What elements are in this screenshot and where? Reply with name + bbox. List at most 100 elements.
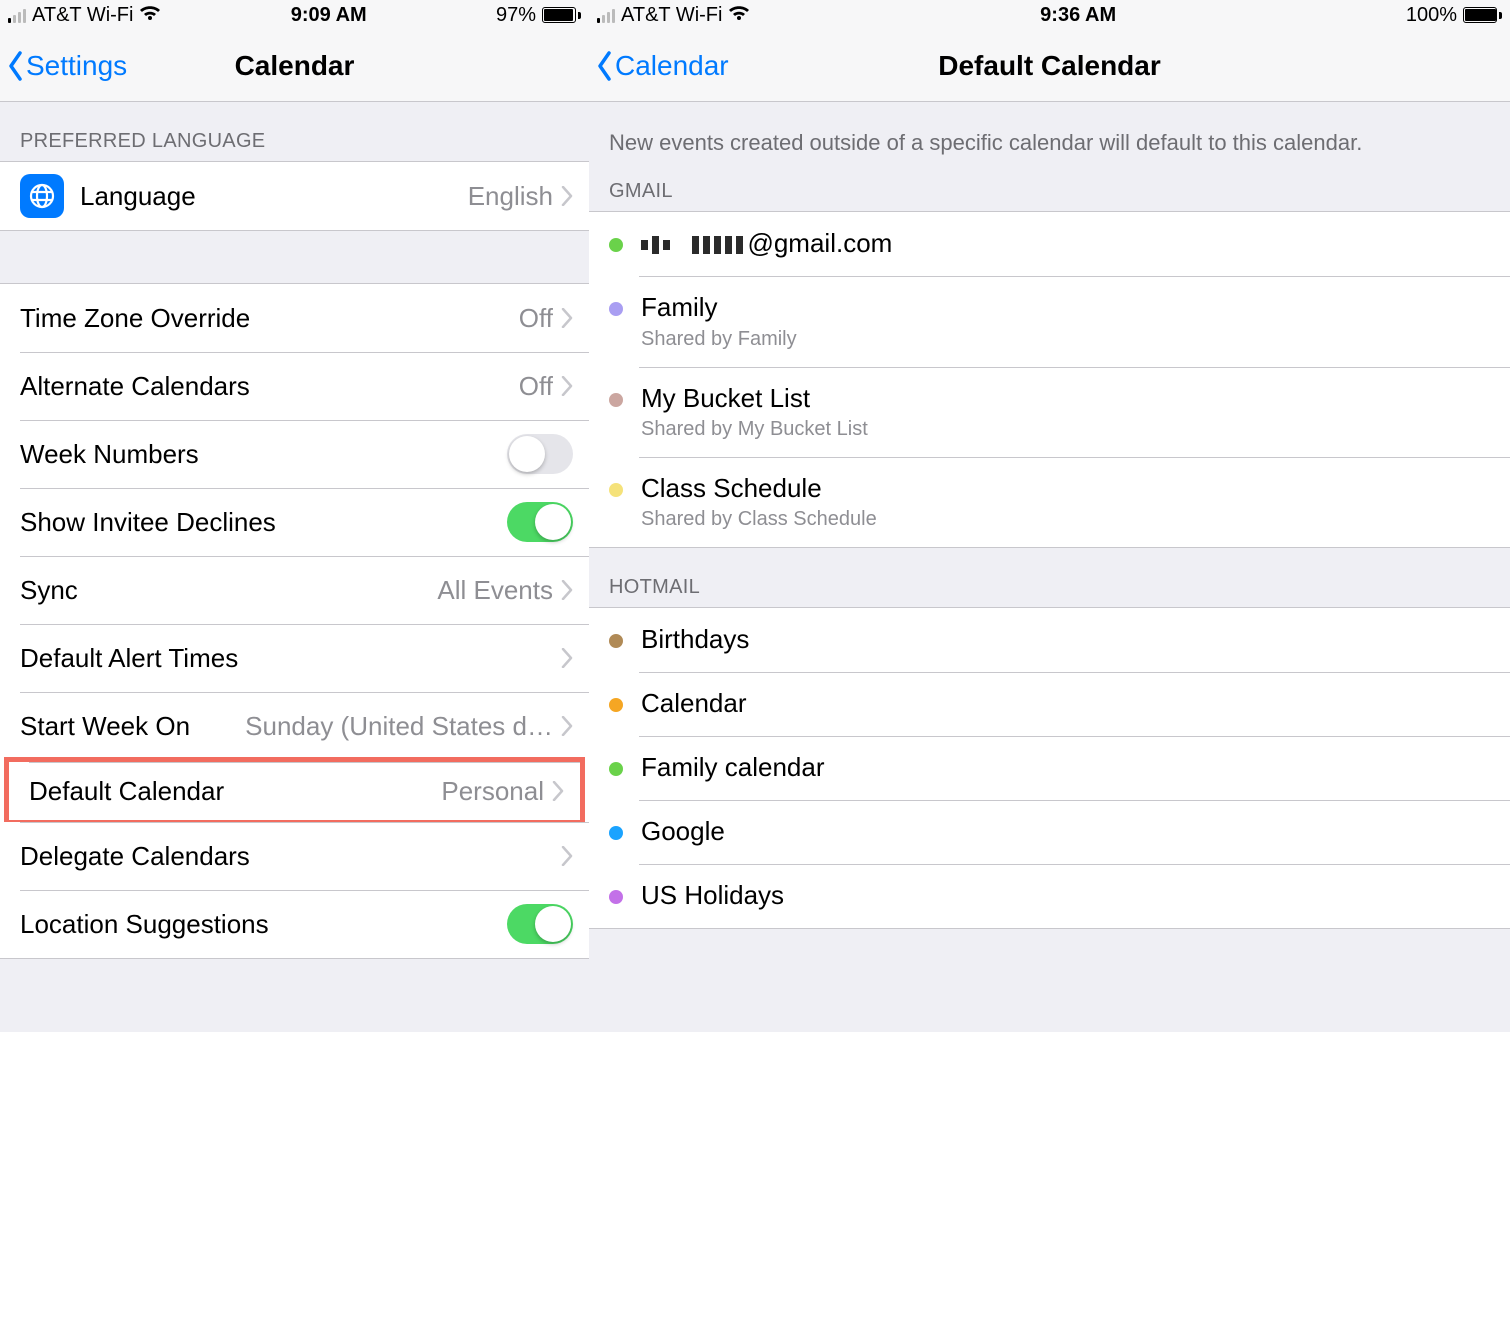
cell-signal-icon xyxy=(597,7,615,23)
chevron-right-icon xyxy=(561,580,573,600)
row-value: All Events xyxy=(437,575,553,606)
row-timezone-override[interactable]: Time Zone Override Off xyxy=(0,284,589,352)
row-label: Alternate Calendars xyxy=(20,371,250,402)
calendar-option[interactable]: My Bucket List Shared by My Bucket List xyxy=(589,367,1510,457)
row-label: Show Invitee Declines xyxy=(20,507,276,538)
nav-bar: Settings Calendar xyxy=(0,30,589,102)
chevron-right-icon xyxy=(561,186,573,206)
globe-icon xyxy=(20,174,64,218)
row-label: Default Alert Times xyxy=(20,643,238,674)
row-value: Sunday (United States d… xyxy=(245,711,553,742)
group-language: Language English xyxy=(0,161,589,231)
calendar-color-dot xyxy=(609,634,623,648)
calendar-color-dot xyxy=(609,762,623,776)
chevron-right-icon xyxy=(561,648,573,668)
chevron-right-icon xyxy=(561,846,573,866)
chevron-left-icon xyxy=(6,51,24,81)
wifi-icon xyxy=(728,4,750,27)
row-alternate-calendars[interactable]: Alternate Calendars Off xyxy=(0,352,589,420)
clock-label: 9:09 AM xyxy=(291,4,367,27)
nav-bar: Calendar Default Calendar xyxy=(589,30,1510,102)
section-header-gmail: GMAIL xyxy=(589,170,1510,211)
calendar-color-dot xyxy=(609,698,623,712)
calendar-option[interactable]: Google xyxy=(589,800,1510,864)
calendar-color-dot xyxy=(609,483,623,497)
carrier-label: AT&T Wi-Fi xyxy=(32,4,133,27)
calendar-color-dot xyxy=(609,393,623,407)
group-gmail: @gmail.com Family Shared by Family My Bucke… xyxy=(589,211,1510,548)
calendar-option[interactable]: US Holidays xyxy=(589,864,1510,928)
toggle-location-suggestions[interactable] xyxy=(507,904,573,944)
group-hotmail: Birthdays Calendar Family calendar Google US… xyxy=(589,607,1510,929)
battery-icon xyxy=(542,7,581,23)
cell-signal-icon xyxy=(8,7,26,23)
back-label: Calendar xyxy=(615,50,729,82)
calendar-title: US Holidays xyxy=(641,880,784,911)
chevron-left-icon xyxy=(595,51,613,81)
chevron-right-icon xyxy=(561,308,573,328)
section-header-hotmail: HOTMAIL xyxy=(589,548,1510,607)
clock-label: 9:36 AM xyxy=(1040,4,1116,27)
row-value: Off xyxy=(519,371,553,402)
screen-default-calendar: AT&T Wi-Fi 9:36 AM 100% Calendar Default… xyxy=(589,0,1510,1032)
row-label: Default Calendar xyxy=(29,776,224,807)
back-button[interactable]: Settings xyxy=(6,50,127,82)
calendar-subtitle: Shared by My Bucket List xyxy=(641,418,868,441)
row-delegate-calendars[interactable]: Delegate Calendars xyxy=(0,822,589,890)
calendar-title: Family calendar xyxy=(641,752,825,783)
calendar-option[interactable]: Family calendar xyxy=(589,736,1510,800)
row-label: Delegate Calendars xyxy=(20,841,250,872)
calendar-option[interactable]: Family Shared by Family xyxy=(589,276,1510,366)
row-value: Off xyxy=(519,303,553,334)
row-label: Time Zone Override xyxy=(20,303,250,334)
toggle-week-numbers[interactable] xyxy=(507,434,573,474)
back-button[interactable]: Calendar xyxy=(595,50,729,82)
redacted-text xyxy=(641,229,743,260)
calendar-option[interactable]: Calendar xyxy=(589,672,1510,736)
row-start-week-on[interactable]: Start Week On Sunday (United States d… xyxy=(0,692,589,760)
row-label: Start Week On xyxy=(20,711,190,742)
battery-pct-label: 100% xyxy=(1406,4,1457,27)
row-sync[interactable]: Sync All Events xyxy=(0,556,589,624)
row-show-invitee-declines: Show Invitee Declines xyxy=(0,488,589,556)
row-week-numbers: Week Numbers xyxy=(0,420,589,488)
row-location-suggestions: Location Suggestions xyxy=(0,890,589,958)
chevron-right-icon xyxy=(552,781,564,801)
row-label: Week Numbers xyxy=(20,439,199,470)
calendar-subtitle: Shared by Class Schedule xyxy=(641,508,877,531)
battery-icon xyxy=(1463,7,1502,23)
screen-calendar-settings: AT&T Wi-Fi 9:09 AM 97% Settings Calendar… xyxy=(0,0,589,1032)
calendar-color-dot xyxy=(609,238,623,252)
battery-fill xyxy=(544,9,573,21)
calendar-title: Google xyxy=(641,816,725,847)
back-label: Settings xyxy=(26,50,127,82)
calendar-subtitle: Shared by Family xyxy=(641,328,797,351)
calendar-option[interactable]: @gmail.com xyxy=(589,212,1510,277)
calendar-title: Family xyxy=(641,292,797,323)
row-default-alert-times[interactable]: Default Alert Times xyxy=(0,624,589,692)
battery-pct-label: 97% xyxy=(496,4,536,27)
status-bar: AT&T Wi-Fi 9:36 AM 100% xyxy=(589,0,1510,30)
toggle-invitee-declines[interactable] xyxy=(507,502,573,542)
chevron-right-icon xyxy=(561,376,573,396)
calendar-option[interactable]: Birthdays xyxy=(589,608,1510,672)
calendar-color-dot xyxy=(609,890,623,904)
row-label: Language xyxy=(80,181,196,212)
calendar-title: Class Schedule xyxy=(641,473,877,504)
status-bar: AT&T Wi-Fi 9:09 AM 97% xyxy=(0,0,589,30)
chevron-right-icon xyxy=(561,716,573,736)
row-language[interactable]: Language English xyxy=(0,162,589,230)
row-default-calendar[interactable]: Default Calendar Personal xyxy=(4,757,585,825)
row-label: Location Suggestions xyxy=(20,909,269,940)
page-title: Default Calendar xyxy=(599,50,1500,82)
calendar-title: My Bucket List xyxy=(641,383,868,414)
carrier-label: AT&T Wi-Fi xyxy=(621,4,722,27)
section-description: New events created outside of a specific… xyxy=(589,102,1510,170)
battery-fill xyxy=(1465,9,1496,21)
calendar-title: Calendar xyxy=(641,688,747,719)
calendar-color-dot xyxy=(609,302,623,316)
row-label: Sync xyxy=(20,575,78,606)
calendar-option[interactable]: Class Schedule Shared by Class Schedule xyxy=(589,457,1510,547)
calendar-color-dot xyxy=(609,826,623,840)
wifi-icon xyxy=(139,4,161,27)
